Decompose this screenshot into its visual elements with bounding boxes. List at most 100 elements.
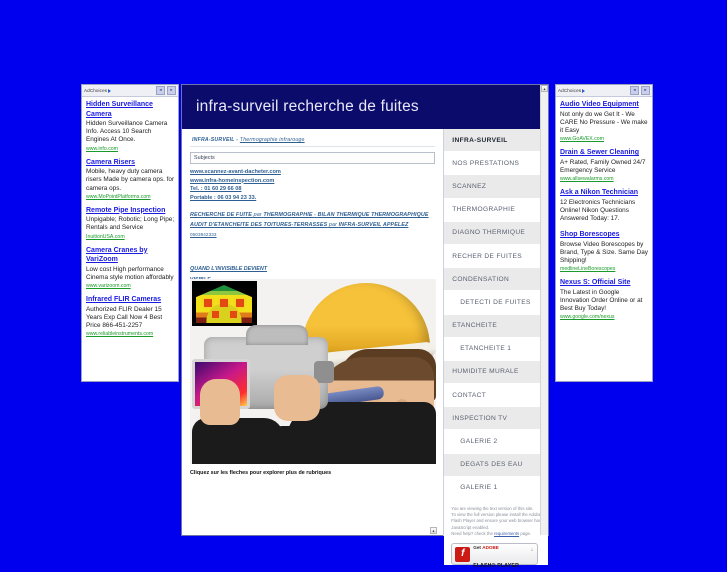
subject-input[interactable]: Subjects [190, 152, 436, 164]
para-recherche[interactable]: RECHERCHE DE FUITE [190, 212, 252, 218]
ad-body: Mobile, heavy duty camera risers Made by… [86, 168, 175, 192]
para-par-2: par [328, 221, 337, 228]
ad-item: Nexus S: Official Site The Latest in Goo… [560, 278, 649, 320]
sidebar-item-infra-surveil[interactable]: INFRA-SURVEIL [444, 129, 548, 153]
sidebar-item-etancheite[interactable]: ETANCHEITE [444, 314, 548, 338]
ad-item: Remote Pipe Inspection Unpigable; Roboti… [86, 206, 175, 240]
page-scroll-control[interactable]: ▴ [430, 527, 437, 534]
adchoices-label-left[interactable]: AdChoices [84, 88, 112, 93]
services-paragraph: RECHERCHE DE FUITE par THERMOGRAPHIE - B… [190, 211, 435, 241]
ad-title-link[interactable]: Nexus S: Official Site [560, 278, 649, 288]
ad-title-link[interactable]: Remote Pipe Inspection [86, 206, 175, 216]
sidebar-item-galerie-2[interactable]: GALERIE 2 [444, 430, 548, 454]
ad-body: Browse Video Borescopes by Brand, Type &… [560, 240, 648, 265]
breadcrumb-current[interactable]: Thermographie infrarouge [240, 137, 305, 143]
sidebar-item-diagno-thermique[interactable]: DIAGNO THERMIQUE [444, 221, 548, 245]
ad-url-link[interactable]: InuitionUSA.com [86, 234, 175, 240]
ad-item: Infrared FLIR Cameras Authorized FLIR De… [86, 295, 175, 337]
para-infra-surveil[interactable]: INFRA-SURVEIL [339, 222, 382, 228]
ad-item: Audio Video Equipment Not only do we Get… [560, 100, 649, 142]
adchoices-bar-left: AdChoices ◂ ▸ [82, 85, 178, 97]
ad-item: Drain & Sewer Cleaning A+ Rated, Family … [560, 148, 649, 182]
flash-badge-adobe: ADOBE [482, 545, 499, 551]
sidebar-item-contact[interactable]: CONTACT [444, 384, 548, 408]
ad-item: Shop Borescopes Browse Video Borescopes … [560, 230, 649, 272]
page-scroll-up-button[interactable]: ▴ [430, 527, 437, 534]
tagline-line-1[interactable]: QUAND L'INVISIBLE DEVIENT [190, 266, 267, 272]
list-item[interactable]: Tel. : 01 60 29 66 08 [190, 185, 435, 194]
list-item[interactable]: Portable : 06 03 94 23 33. [190, 194, 435, 203]
ad-body: The Latest in Google Innovation Order On… [560, 288, 643, 313]
ad-body: Not only do we Get It - We CARE No Press… [560, 110, 648, 134]
page-root: AdChoices ◂ ▸ Hidden Surveillance Camera… [0, 0, 727, 569]
ad-title-link[interactable]: Camera Cranes by VariZoom [86, 246, 175, 265]
flash-badge-get-word: Get [473, 545, 481, 551]
ad-item: Camera Cranes by VariZoom Low cost High … [86, 246, 175, 289]
site-header: infra-surveil recherche de fuites [182, 85, 548, 129]
ad-title-link[interactable]: Hidden Surveillance Camera [86, 100, 175, 119]
para-phone[interactable]: 0603942333 [190, 232, 217, 237]
sidebar-item-inspection-tv[interactable]: INSPECTION TV [444, 407, 548, 431]
ad-body: A+ Rated, Family Owned 24/7 Emergency Se… [560, 158, 646, 174]
sidebar-item-scannez[interactable]: SCANNEZ [444, 175, 548, 199]
flash-notice-text: You are viewing the text version of this… [451, 506, 542, 537]
ad-title-link[interactable]: Camera Risers [86, 158, 175, 168]
sidebar-item-thermographie[interactable]: THERMOGRAPHIE [444, 198, 548, 222]
scroll-up-button[interactable]: ▴ [541, 85, 548, 92]
adchoices-text-left: AdChoices [84, 88, 108, 93]
sidebar-item-degats-des-eau[interactable]: DEGATS DES EAU [444, 453, 548, 477]
sidebar-item-condensation[interactable]: CONDENSATION [444, 268, 548, 292]
sidebar-item-nos-prestations[interactable]: NOS PRESTATIONS [444, 152, 548, 176]
ad-body: Hidden Surveillance Camera Info. Access … [86, 120, 168, 144]
page-title: infra-surveil recherche de fuites [196, 98, 419, 115]
get-flash-player-button[interactable]: f Get ADOBE FLASH® PLAYER ↓ [451, 543, 539, 569]
adchoices-triangle-icon [108, 88, 112, 93]
list-item[interactable]: www.infra-homeinspection.com [190, 177, 435, 186]
flash-badge-get: Get ADOBE [473, 545, 499, 550]
sidebar-item-galerie-1[interactable]: GALERIE 1 [444, 476, 548, 500]
adchoices-label-right[interactable]: AdChoices [558, 88, 586, 93]
sidebar-item-etancheite-1[interactable]: ETANCHEITE 1 [444, 337, 548, 361]
ad-body: Low cost High performance Cinema style m… [86, 265, 174, 281]
sidebar-item-recher-de-fuites[interactable]: RECHER DE FUITES [444, 244, 548, 269]
flash-notice: You are viewing the text version of this… [444, 500, 548, 569]
ad-url-link[interactable]: www.GoAVEX.com [560, 136, 649, 142]
breadcrumb: INFRA-SURVEIL - Thermographie infrarouge [190, 135, 436, 147]
para-appelez[interactable]: APPELEZ [383, 222, 409, 228]
thermal-window-icon [212, 311, 219, 318]
ad-next-button-right[interactable]: ▸ [641, 86, 650, 95]
ad-url-link[interactable]: www.reliableinstruments.com [86, 331, 175, 337]
ad-next-button-left[interactable]: ▸ [167, 86, 176, 95]
thermographer-photo [190, 279, 436, 464]
ad-url-link[interactable]: www.google.com/nexus [560, 314, 649, 320]
ad-prev-button-left[interactable]: ◂ [156, 86, 165, 95]
main-card: infra-surveil recherche de fuites INFRA-… [181, 84, 549, 569]
ad-title-link[interactable]: Ask a Nikon Technician [560, 188, 649, 198]
ad-item: Camera Risers Mobile, heavy duty camera … [86, 158, 175, 200]
ad-url-link[interactable]: medlineLineBorescopes [560, 266, 649, 272]
sidebar-item-detecti-de-fuites[interactable]: DETECTI DE FUITES [444, 291, 548, 315]
ad-body: 12 Electronics Technicians Online! Nikon… [560, 198, 636, 222]
ad-title-link[interactable]: Audio Video Equipment [560, 100, 649, 110]
right-ad-column: AdChoices ◂ ▸ Audio Video Equipment Not … [555, 84, 653, 382]
para-audit[interactable]: AUDIT D'ETANCHEITE DES TOITURES-TERRASSE… [190, 222, 327, 228]
list-item[interactable]: www.scannez-avant-dacheter.com [190, 168, 435, 177]
para-par-1: par [253, 212, 262, 219]
ad-title-link[interactable]: Infrared FLIR Cameras [86, 295, 175, 305]
ad-url-link[interactable]: www.MoPointPlatforms.com [86, 194, 175, 200]
ad-prev-button-right[interactable]: ◂ [630, 86, 639, 95]
ad-url-link[interactable]: www.info.com [86, 146, 175, 152]
flash-logo-icon: f [455, 546, 471, 562]
ad-nav-group-left: ◂ ▸ [156, 86, 176, 95]
flash-line-2: To view the full version please install … [451, 512, 542, 530]
ad-title-link[interactable]: Shop Borescopes [560, 230, 649, 240]
breadcrumb-site[interactable]: INFRA-SURVEIL [192, 137, 235, 143]
ad-title-link[interactable]: Drain & Sewer Cleaning [560, 148, 649, 158]
sidebar-item-humidite-murale[interactable]: HUMIDITE MURALE [444, 360, 548, 385]
para-thermographie[interactable]: THERMOGRAPHIE [263, 212, 312, 218]
para-bilan[interactable]: BILAN THERMIQUE THERMOGRAPHIQUE [318, 212, 429, 218]
ad-nav-group-right: ◂ ▸ [630, 86, 650, 95]
content-scrollbar[interactable]: ▴ [540, 85, 548, 535]
ad-url-link[interactable]: www.allsewalarms.com [560, 176, 649, 182]
ad-url-link[interactable]: www.varizoom.com [86, 283, 175, 289]
